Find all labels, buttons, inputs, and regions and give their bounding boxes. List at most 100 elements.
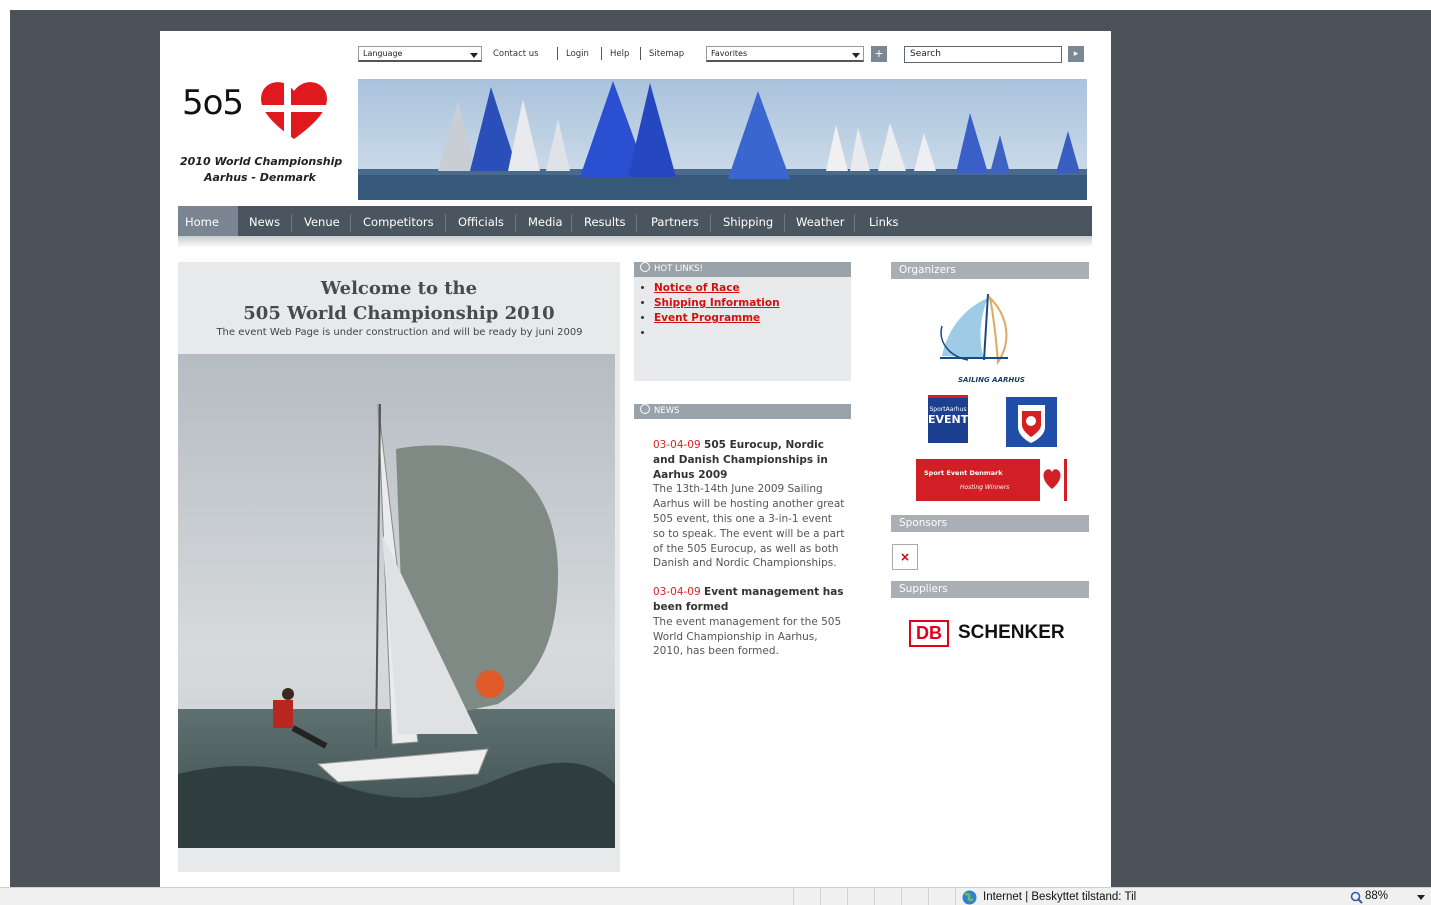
welcome-subtitle: The event Web Page is under construction…: [216, 327, 583, 338]
dinghy-photo-image: [178, 354, 615, 848]
main-nav: Home News Venue Competitors Officials Me…: [178, 206, 1092, 236]
search-input[interactable]: Search: [904, 46, 1062, 63]
sailing-aarhus-logo[interactable]: SAILING AARHUS: [938, 286, 1028, 386]
divider: [640, 47, 641, 60]
news-date: 03-04-09: [653, 586, 701, 599]
status-divider: [928, 888, 929, 905]
nav-shadow: [178, 236, 1092, 248]
welcome-panel: Welcome to the 505 World Championship 20…: [178, 262, 620, 872]
nav-news[interactable]: News: [242, 206, 287, 236]
event-programme-link[interactable]: Event Programme: [654, 312, 760, 324]
sponsors-header: Sponsors: [891, 515, 1089, 532]
news-date: 03-04-09: [653, 439, 701, 451]
sailing-fleet-image: [358, 79, 1087, 200]
nav-home[interactable]: Home: [178, 206, 238, 236]
nav-shipping[interactable]: Shipping: [716, 206, 780, 236]
list-item: [654, 326, 780, 341]
hosting-winners-label: Hosting Winners: [960, 484, 1010, 491]
divider: [601, 47, 602, 60]
add-favorite-button[interactable]: +: [871, 46, 887, 62]
welcome-title-line2: 505 World Championship 2010: [243, 303, 555, 324]
organizers-header: Organizers: [891, 262, 1089, 279]
status-divider: [820, 888, 821, 905]
news-list: 03-04-09 505 Eurocup, Nordic and Danish …: [653, 438, 845, 673]
nav-divider: [636, 214, 637, 232]
clock-icon: [640, 262, 650, 272]
divider: [557, 47, 558, 60]
sail-logo-icon: [940, 293, 1008, 365]
login-link[interactable]: Login: [566, 49, 589, 59]
news-header: NEWS: [634, 404, 851, 419]
globe-icon: [962, 890, 977, 905]
db-schenker-logo[interactable]: DB SCHENKER: [909, 620, 1079, 650]
news-body: The 13th-14th June 2009 Sailing Aarhus w…: [653, 483, 845, 570]
status-divider: [847, 888, 848, 905]
logo-tagline-1: 2010 World Championship: [180, 155, 343, 168]
news-header-label: NEWS: [654, 406, 680, 416]
sportaarhus-label: SportAarhus: [929, 406, 967, 413]
notice-of-race-link[interactable]: Notice of Race: [654, 282, 740, 294]
sport-event-denmark-logo[interactable]: Sport Event Denmark Hosting Winners: [916, 459, 1067, 501]
zoom-dropdown-icon[interactable]: [1417, 895, 1425, 900]
event-logo[interactable]: 5o5 2010 World Championship Aarhus - Den…: [178, 79, 342, 189]
logo-tagline-2: Aarhus - Denmark: [204, 171, 316, 184]
language-select[interactable]: Language: [358, 46, 482, 62]
db-mark: DB: [909, 620, 949, 647]
security-zone-label[interactable]: Internet | Beskyttet tilstand: Til: [983, 891, 1136, 903]
status-divider: [955, 888, 956, 905]
shipping-information-link[interactable]: Shipping Information: [654, 297, 780, 309]
search-go-button[interactable]: ▸: [1068, 46, 1084, 62]
nav-media[interactable]: Media: [521, 206, 570, 236]
sailing-photo: [178, 354, 615, 848]
nav-officials[interactable]: Officials: [451, 206, 511, 236]
danish-heart-icon: [1043, 469, 1061, 489]
nav-venue[interactable]: Venue: [297, 206, 347, 236]
status-divider: [874, 888, 875, 905]
sailing-aarhus-label: SAILING AARHUS: [958, 376, 1025, 384]
heart-badge: [1040, 459, 1064, 501]
list-item: Notice of Race: [654, 281, 780, 296]
nav-divider: [854, 214, 855, 232]
nav-partners[interactable]: Partners: [644, 206, 706, 236]
nav-divider: [445, 214, 446, 232]
news-body: The event management for the 505 World C…: [653, 615, 842, 658]
list-item: Event Programme: [654, 311, 780, 326]
zoom-level[interactable]: 88%: [1365, 890, 1388, 902]
coat-of-arms-icon: [1018, 405, 1045, 443]
sportaarhus-events-logo[interactable]: SportAarhus EVENTS: [928, 395, 977, 443]
hotlinks-header-label: HOT LINKS!: [654, 264, 703, 274]
status-divider: [793, 888, 794, 905]
nav-divider: [710, 214, 711, 232]
top-toolbar: Language Contact us Login Help Sitemap F…: [358, 46, 1098, 64]
news-item: 03-04-09 505 Eurocup, Nordic and Danish …: [653, 438, 845, 571]
danish-heart-icon: [258, 79, 330, 141]
help-link[interactable]: Help: [610, 49, 629, 59]
events-label: EVENTS: [928, 413, 977, 426]
aarhus-coat-of-arms-logo[interactable]: [1006, 397, 1057, 447]
logo-505: 5o5: [182, 83, 244, 123]
zoom-icon: [1350, 891, 1363, 904]
broken-image-icon: ×: [892, 544, 918, 570]
nav-competitors[interactable]: Competitors: [356, 206, 441, 236]
sitemap-link[interactable]: Sitemap: [649, 49, 684, 59]
window-left-edge: [0, 0, 10, 905]
nav-results[interactable]: Results: [577, 206, 633, 236]
nav-weather[interactable]: Weather: [789, 206, 851, 236]
web-page: Language Contact us Login Help Sitemap F…: [160, 31, 1111, 887]
list-item: Shipping Information: [654, 296, 780, 311]
nav-divider: [515, 214, 516, 232]
language-select-value: Language: [363, 49, 403, 58]
hotlinks-list: Notice of Race Shipping Information Even…: [654, 281, 780, 341]
favorites-select[interactable]: Favorites: [706, 46, 864, 62]
chevron-down-icon: [852, 53, 860, 58]
sport-event-denmark-label: Sport Event Denmark: [924, 469, 1003, 477]
nav-links[interactable]: Links: [862, 206, 906, 236]
suppliers-header: Suppliers: [891, 581, 1089, 598]
contact-link[interactable]: Contact us: [493, 49, 539, 59]
nav-divider: [571, 214, 572, 232]
window-top-edge: [0, 0, 1431, 10]
nav-divider: [291, 214, 292, 232]
welcome-title-line1: Welcome to the: [320, 278, 478, 299]
news-item: 03-04-09 Event management has been forme…: [653, 585, 845, 659]
hotlinks-box: Notice of Race Shipping Information Even…: [634, 277, 851, 381]
